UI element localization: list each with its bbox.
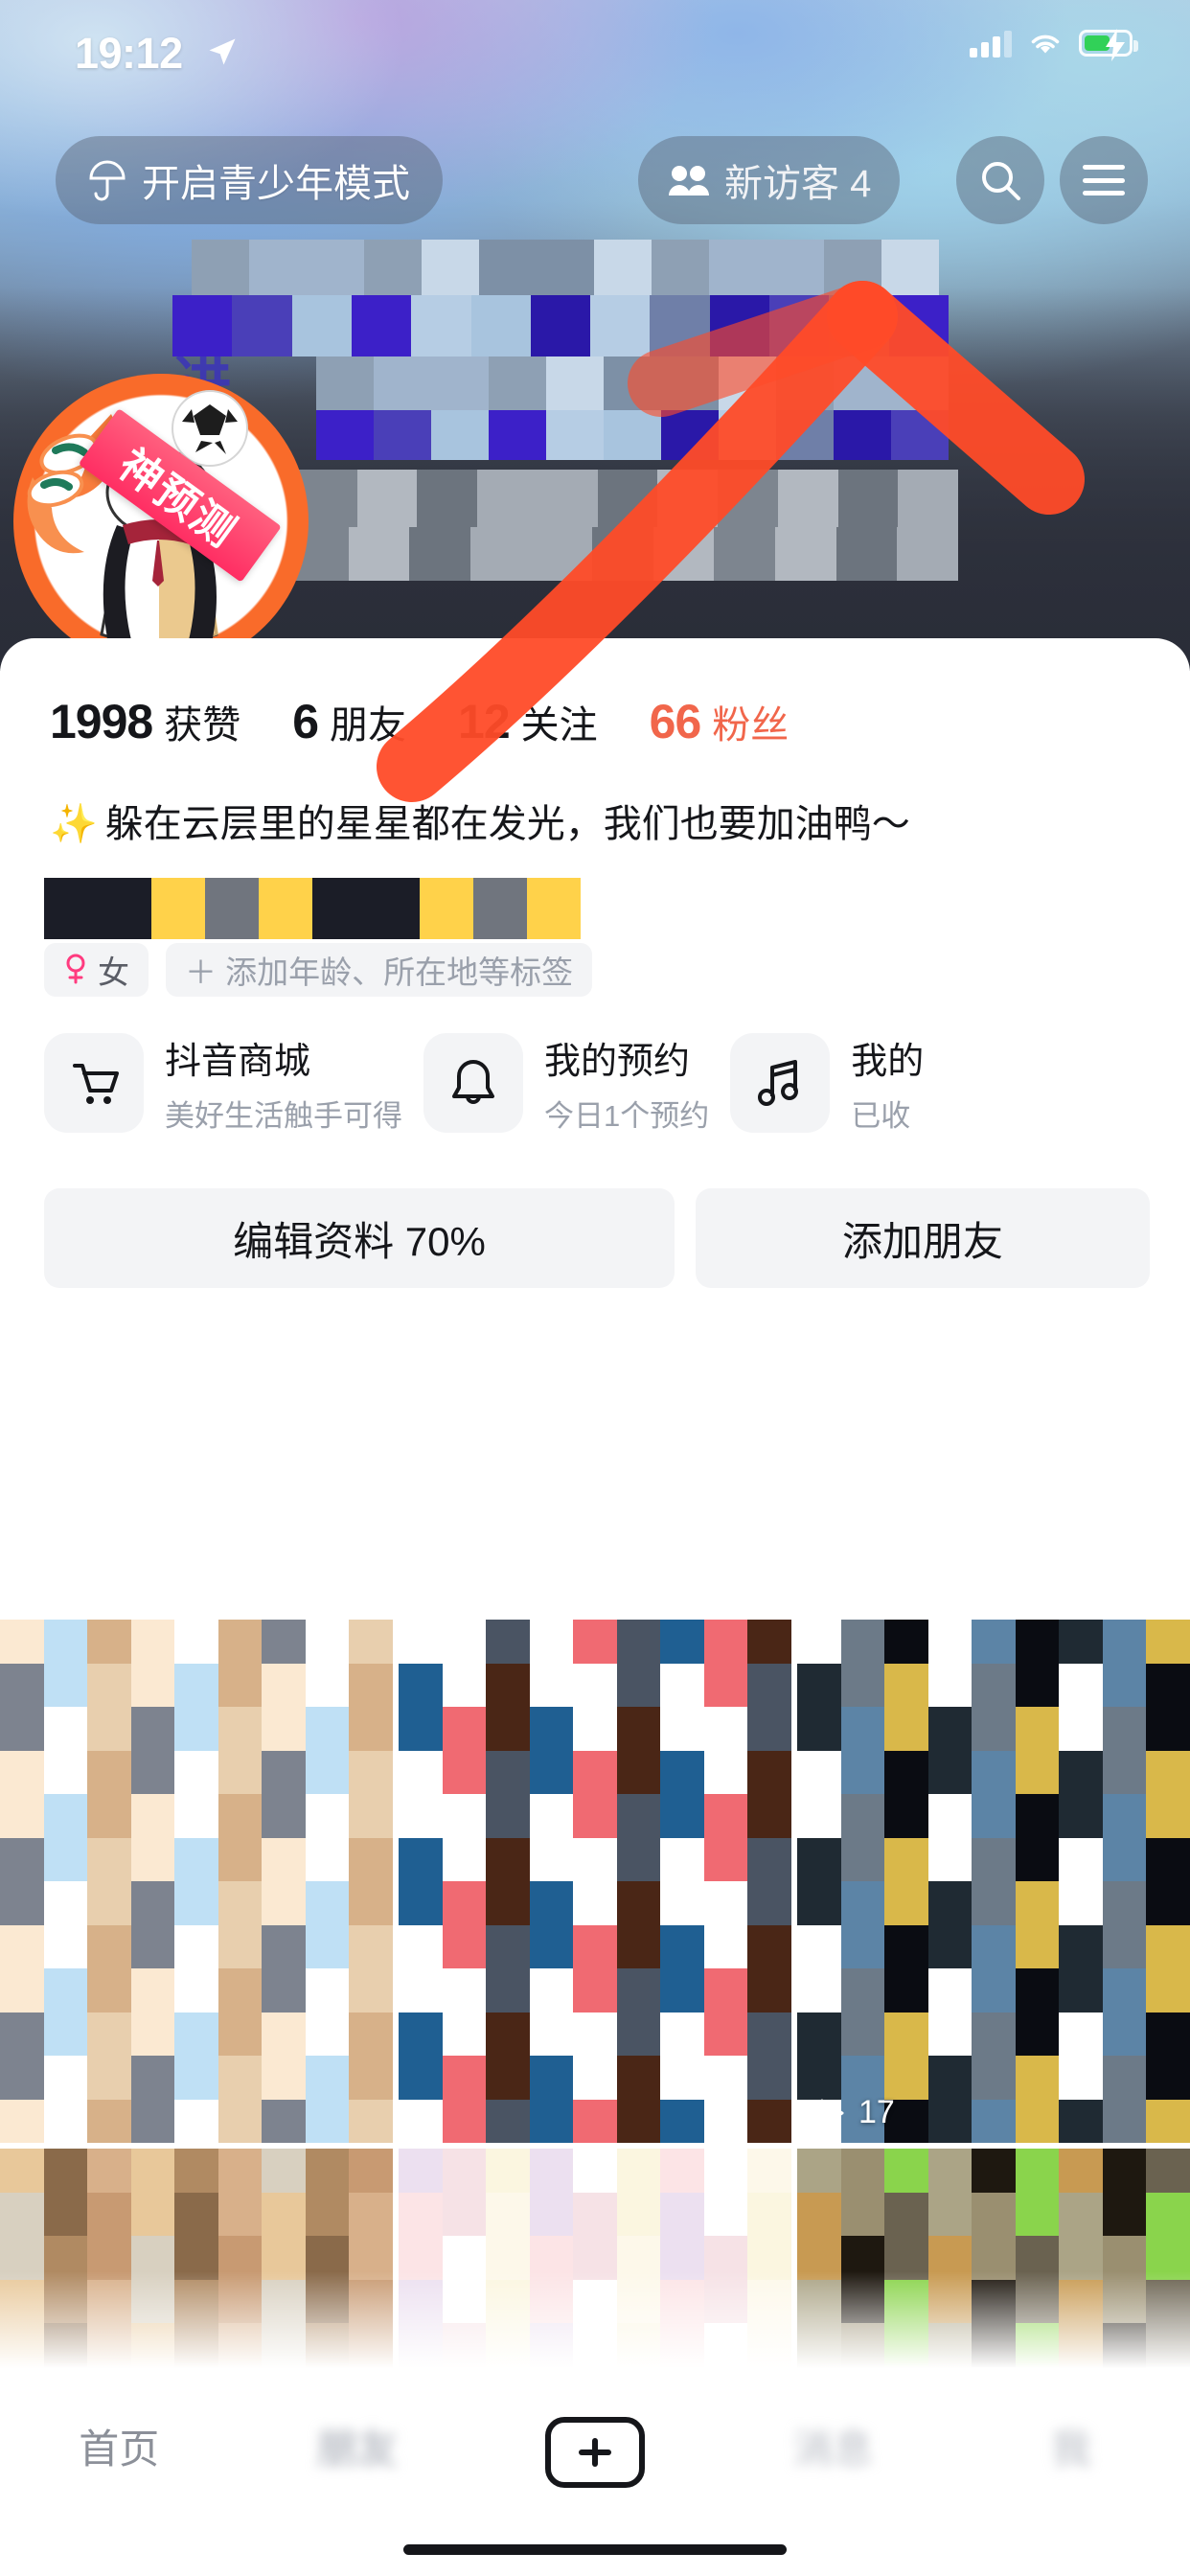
stat-friends[interactable]: 6 朋友 (292, 694, 406, 749)
profile-bio[interactable]: ✨ 躲在云层里的星星都在发光，我们也要加油鸭～ (50, 799, 1152, 849)
gender-tag-label: 女 (98, 954, 129, 990)
video-cell[interactable] (0, 1620, 393, 2143)
video-cell[interactable]: 17 (797, 1620, 1190, 2143)
teen-mode-label: 开启青少年模式 (142, 163, 410, 205)
charging-bolt-icon (1106, 29, 1125, 61)
service-card-appointments[interactable]: 我的预约 今日1个预约 (423, 1031, 709, 1135)
add-tag-button[interactable]: ＋ 添加年龄、所在地等标签 (166, 943, 593, 997)
service-card-music-title: 我的 (851, 1042, 925, 1082)
service-card-mall-subtitle: 美好生活触手可得 (165, 1099, 402, 1133)
stat-friends-number: 6 (292, 695, 319, 748)
stat-fans-label: 粉丝 (712, 704, 790, 747)
tab-create[interactable] (476, 2417, 714, 2488)
stat-following-number: 12 (458, 695, 511, 748)
profile-panel: 1998 获赞 6 朋友 12 关注 66 粉丝 ✨ 躲在云层里的星星都在发光，我… (0, 638, 1190, 1618)
stat-fans-number: 66 (649, 695, 702, 748)
search-button[interactable] (956, 136, 1044, 224)
bell-icon (452, 1060, 494, 1104)
service-card-appointments-title: 我的预约 (544, 1042, 691, 1082)
hamburger-menu-button[interactable] (1060, 136, 1148, 224)
music-note-icon (758, 1060, 799, 1106)
shopping-cart-icon (73, 1064, 119, 1104)
home-indicator (403, 2544, 787, 2555)
censored-nickname-block-2 (172, 295, 949, 356)
douyin-profile-screen: 进 抖 (0, 0, 1190, 2576)
battery-charging-icon (1079, 29, 1138, 61)
sparkle-icon: ✨ (50, 803, 98, 845)
status-indicators (970, 29, 1138, 61)
shopping-cart-icon-box (44, 1033, 144, 1133)
censored-text-block-3 (316, 356, 949, 410)
create-post-icon (545, 2417, 646, 2488)
service-card-mall-title: 抖音商城 (165, 1042, 311, 1082)
stat-likes-number: 1998 (50, 695, 153, 748)
tab-friends[interactable]: 朋友 (238, 2417, 475, 2475)
umbrella-icon (89, 160, 126, 201)
service-card-music-subtitle: 已收 (851, 1099, 911, 1133)
female-icon (66, 954, 85, 984)
search-icon (982, 162, 1020, 200)
service-card-appointments-subtitle: 今日1个预约 (544, 1099, 710, 1133)
stat-likes-label: 获赞 (164, 704, 241, 747)
stat-following[interactable]: 12 关注 (458, 694, 598, 749)
censored-douyin-id-block (297, 470, 958, 527)
teen-mode-button[interactable]: 开启青少年模式 (56, 136, 443, 224)
new-visitors-button[interactable]: 新访客 4 (638, 136, 901, 224)
add-friend-button[interactable]: 添加朋友 (696, 1188, 1150, 1288)
service-cards: 抖音商城 美好生活触手可得 我的预约 今日1个预约 我的 已收 (44, 1031, 924, 1135)
gender-tag[interactable]: 女 (44, 943, 149, 997)
play-triangle-icon (820, 2099, 844, 2127)
edit-profile-button[interactable]: 编辑资料 70% (44, 1188, 675, 1288)
avatar[interactable]: 神预测 (13, 374, 309, 669)
censored-nickname-block (192, 240, 939, 297)
video-play-count: 17 (812, 2094, 895, 2131)
grid-fade-overlay (0, 2271, 1190, 2396)
bell-icon-box (423, 1033, 523, 1133)
censored-id-block-2 (287, 527, 958, 581)
location-arrow-icon (209, 38, 236, 65)
tab-messages[interactable]: 消息 (714, 2417, 951, 2475)
service-card-mall[interactable]: 抖音商城 美好生活触手可得 (44, 1031, 402, 1135)
new-visitors-label: 新访客 4 (724, 163, 872, 205)
video-cell[interactable] (399, 1620, 791, 2143)
profile-stats: 1998 获赞 6 朋友 12 关注 66 粉丝 (50, 694, 840, 749)
censored-tag-block (44, 878, 581, 939)
censored-text-block-4 (316, 410, 949, 460)
stat-likes[interactable]: 1998 获赞 (50, 694, 240, 749)
cellular-signal-icon (970, 29, 1012, 58)
service-card-music-text: 我的 已收 (851, 1031, 924, 1135)
stat-friends-label: 朋友 (330, 704, 407, 747)
tab-me[interactable]: 我 (952, 2417, 1190, 2475)
video-grid-row: 17 (0, 1620, 1190, 2143)
add-tag-label: ＋ 添加年龄、所在地等标签 (185, 954, 574, 990)
stat-following-label: 关注 (520, 704, 598, 747)
service-card-music[interactable]: 我的 已收 (730, 1031, 924, 1135)
music-note-icon-box (730, 1033, 831, 1133)
profile-actions: 编辑资料 70% 添加朋友 (44, 1188, 1150, 1288)
top-navigation: 开启青少年模式 新访客 4 (0, 136, 1190, 228)
tab-home[interactable]: 首页 (0, 2417, 238, 2475)
status-bar: 19:12 (0, 0, 1190, 105)
stat-fans[interactable]: 66 粉丝 (650, 694, 790, 749)
service-card-mall-text: 抖音商城 美好生活触手可得 (165, 1031, 402, 1135)
profile-bio-text: 躲在云层里的星星都在发光，我们也要加油鸭～ (104, 803, 910, 845)
visitors-icon (669, 166, 709, 196)
status-time: 19:12 (75, 29, 183, 78)
wifi-icon (1031, 34, 1060, 54)
video-play-count-value: 17 (858, 2094, 895, 2130)
service-card-appointments-text: 我的预约 今日1个预约 (544, 1031, 709, 1135)
profile-tags: 女 ＋ 添加年龄、所在地等标签 (44, 943, 593, 997)
hamburger-menu-icon (1083, 165, 1125, 196)
